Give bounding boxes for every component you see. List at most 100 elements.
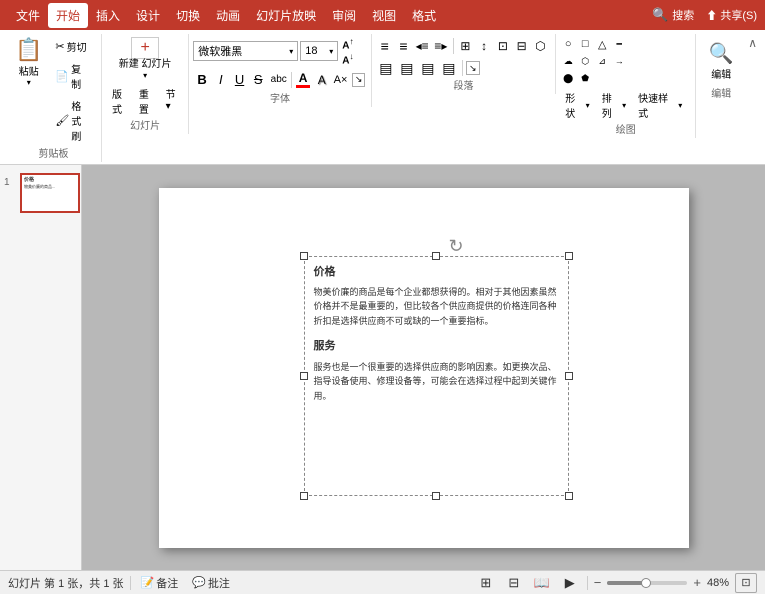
strikethrough-button[interactable]: S (249, 70, 267, 90)
font-size-dropdown[interactable]: ▾ (329, 47, 333, 56)
fit-page-button[interactable]: ⊡ (735, 573, 757, 593)
columns-button[interactable]: ⊞ (457, 36, 475, 56)
menu-review[interactable]: 审阅 (324, 3, 364, 28)
decrease-font-button[interactable]: A↓ (340, 51, 355, 66)
text-shadow-button[interactable]: A (313, 69, 331, 91)
char-spacing-button[interactable]: abc (268, 70, 289, 90)
collapse-ribbon-button[interactable]: ∧ (746, 34, 759, 52)
handle-top-right[interactable] (565, 252, 573, 260)
slideshow-button[interactable]: ▶ (559, 573, 581, 593)
handle-middle-right[interactable] (565, 372, 573, 380)
align-left-button[interactable]: ▤ (376, 58, 396, 78)
clear-format-button[interactable]: A× (332, 69, 350, 91)
section2-body: 服务也是一个很重要的选择供应商的影响因素。如更换次品、指导设备使用、修理设备等，… (314, 360, 559, 403)
zoom-slider-thumb[interactable] (641, 578, 651, 588)
menu-transitions[interactable]: 切换 (168, 3, 208, 28)
new-slide-dropdown[interactable]: ▾ (143, 71, 147, 80)
comments-label: 批注 (208, 575, 230, 591)
line-spacing-button[interactable]: ↕ (475, 36, 493, 56)
bold-button[interactable]: B (193, 70, 211, 90)
comments-button[interactable]: 💬 批注 (188, 573, 234, 593)
rotate-handle[interactable]: ↻ (449, 236, 464, 257)
shape-icon-4[interactable]: ━ (611, 36, 627, 52)
font-name-selector[interactable]: 微软雅黑 ▾ (193, 41, 298, 61)
shape-icon-3[interactable]: △ (594, 36, 610, 52)
normal-view-button[interactable]: ⊞ (475, 573, 497, 593)
paragraph-group-expand[interactable]: ↘ (466, 61, 480, 75)
font-group-expand[interactable]: ↘ (352, 73, 364, 87)
slide-canvas[interactable]: ↻ 价格 物美价廉的商品是每个企业都想获得的。相对于其他因素虽然价格并不是最重要… (159, 188, 689, 548)
increase-font-button[interactable]: A↑ (340, 36, 355, 51)
edit-label: 编辑 (711, 66, 731, 81)
justify-button[interactable]: ▤ (439, 58, 459, 78)
zoom-out-button[interactable]: − (594, 575, 602, 590)
shape-icon-2[interactable]: □ (577, 36, 593, 52)
paste-button[interactable]: 📋 粘贴 ▾ (8, 34, 49, 90)
shape-icon-8[interactable]: → (611, 53, 627, 69)
menu-slideshow[interactable]: 幻灯片放映 (248, 3, 324, 28)
copy-icon: 📄 (55, 70, 69, 83)
cut-button[interactable]: ✂ 剪切 (51, 36, 95, 57)
slide-thumbnail[interactable]: 价格 物美价廉的商品... (20, 173, 80, 213)
menu-view[interactable]: 视图 (364, 3, 404, 28)
numbering-button[interactable]: ≡ (395, 36, 413, 56)
menu-design[interactable]: 设计 (128, 3, 168, 28)
handle-bottom-left[interactable] (300, 492, 308, 500)
search-label[interactable]: 搜索 (672, 7, 694, 23)
menu-insert[interactable]: 插入 (88, 3, 128, 28)
align-right-button[interactable]: ▤ (418, 58, 438, 78)
paragraph-group-label: 段落 (372, 77, 555, 92)
menu-animations[interactable]: 动画 (208, 3, 248, 28)
align-text-button[interactable]: ⊟ (513, 36, 531, 56)
new-slide-button[interactable]: + 新建 幻灯片 ▾ (112, 34, 179, 83)
shape-icon-10[interactable]: ⬟ (577, 70, 593, 86)
shape-icon-9[interactable]: ⬤ (560, 70, 576, 86)
clear-format-icon: A× (334, 74, 348, 86)
copy-button[interactable]: 📄 复制 (51, 58, 95, 94)
shape-icon-1[interactable]: ○ (560, 36, 576, 52)
decrease-indent-button[interactable]: ◂≡ (413, 36, 431, 56)
menu-home[interactable]: 开始 (48, 3, 88, 28)
reset-button[interactable]: 重置 (135, 84, 160, 118)
zoom-in-button[interactable]: + (693, 575, 701, 590)
font-size-selector[interactable]: 18 ▾ (300, 41, 338, 61)
increase-indent-button[interactable]: ≡▸ (432, 36, 450, 56)
handle-bottom-right[interactable] (565, 492, 573, 500)
shape-icon-7[interactable]: ⊿ (594, 53, 610, 69)
clipboard-group-label: 剪贴板 (6, 145, 101, 160)
section-button[interactable]: 节▾ (162, 84, 183, 118)
font-name-dropdown[interactable]: ▾ (289, 47, 293, 56)
text-direction-button[interactable]: ⊡ (494, 36, 512, 56)
layout-button[interactable]: 版式 (108, 84, 133, 118)
underline-button[interactable]: U (231, 70, 249, 90)
quick-styles-button[interactable]: 快速样式 ▾ (633, 88, 687, 122)
zoom-percent[interactable]: 48% (707, 577, 729, 589)
format-painter-button[interactable]: 🖌 格式刷 (51, 95, 95, 146)
italic-button[interactable]: I (212, 70, 230, 90)
handle-top-left[interactable] (300, 252, 308, 260)
handle-bottom-center[interactable] (432, 492, 440, 500)
bold-icon: B (197, 72, 206, 87)
zoom-slider[interactable] (607, 581, 687, 585)
bullets-button[interactable]: ≡ (376, 36, 394, 56)
notes-button[interactable]: 📝 备注 (137, 573, 183, 593)
shape-icon-6[interactable]: ⬡ (577, 53, 593, 69)
handle-top-center[interactable] (432, 252, 440, 260)
edit-button[interactable]: 🔍 编辑 (700, 36, 743, 86)
text-shadow-icon: A (318, 73, 326, 87)
reading-view-button[interactable]: 📖 (531, 573, 553, 593)
arrange-button[interactable]: 排列 ▾ (597, 88, 631, 122)
text-box-container[interactable]: 价格 物美价廉的商品是每个企业都想获得的。相对于其他因素虽然价格并不是最重要的，… (304, 256, 569, 496)
menu-format[interactable]: 格式 (404, 3, 444, 28)
share-button[interactable]: ⬆ 共享(S) (706, 7, 757, 23)
font-color-button[interactable]: A (294, 69, 312, 91)
handle-middle-left[interactable] (300, 372, 308, 380)
menu-file[interactable]: 文件 (8, 3, 48, 28)
align-center-button[interactable]: ▤ (397, 58, 417, 78)
slide-sorter-button[interactable]: ⊟ (503, 573, 525, 593)
shapes-button[interactable]: 形状 ▾ (560, 88, 594, 122)
notes-icon: 📝 (141, 576, 155, 589)
paste-dropdown[interactable]: ▾ (27, 78, 31, 87)
smartart-button[interactable]: ⬡ (531, 36, 549, 56)
shape-icon-5[interactable]: ☁ (560, 53, 576, 69)
